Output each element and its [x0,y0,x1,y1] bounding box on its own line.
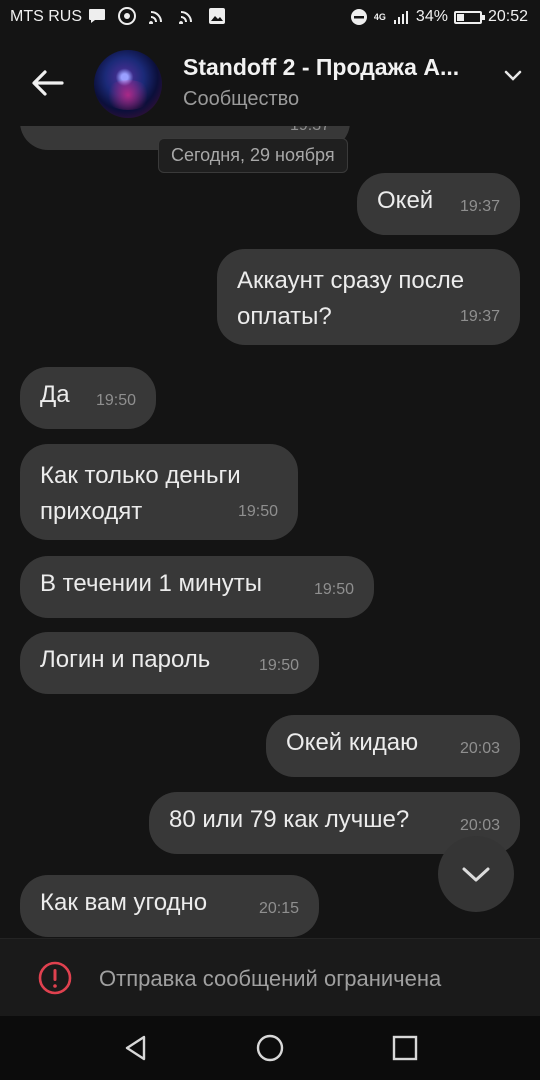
page-title[interactable]: Standoff 2 - Продажа А... [183,54,459,81]
back-triangle-icon[interactable] [120,1032,152,1064]
avatar[interactable] [94,50,162,118]
message-bubble[interactable]: Окей 19:37 [357,173,520,235]
scroll-down-button[interactable] [438,836,514,912]
message-time: 19:37 [459,198,500,215]
cast-icon [178,7,196,25]
date-separator: Сегодня, 29 ноября [158,138,348,173]
chevron-down-icon[interactable] [502,64,524,86]
message-time: 19:50 [313,581,354,598]
system-icons: 4G 34% 20:52 [350,8,528,26]
recents-square-icon[interactable] [389,1032,421,1064]
message-time: 19:37 [459,308,500,325]
battery-icon [453,10,485,24]
message-bubble[interactable]: Да 19:50 [20,367,156,429]
status-bar: MTS RUS 4G 34% 20:52 [0,0,540,34]
message-bubble[interactable]: Как вам угодно 20:15 [20,875,319,937]
carrier-label: MTS RUS [10,8,82,25]
image-icon [208,7,226,25]
restricted-message: Отправка сообщений ограничена [99,966,442,991]
chrome-icon [118,7,136,25]
message-time: 19:50 [237,503,278,520]
battery-fill [456,13,464,21]
message-bubble[interactable]: Логин и пароль 19:50 [20,632,319,694]
notification-icons [88,7,226,25]
cast-icon [148,7,166,25]
message-bubble[interactable]: Аккаунт сразу после оплаты? 19:37 [217,249,520,345]
network-type: 4G [373,11,386,22]
dnd-icon [350,8,368,26]
system-nav-bar [0,1016,540,1080]
message-list[interactable]: 19:37 Сегодня, 29 ноября Окей 19:37 Акка… [0,126,540,938]
clock: 20:52 [487,8,528,25]
warning-icon [38,961,72,995]
message-bubble[interactable]: Окей кидаю 20:03 [266,715,520,777]
battery-percent: 34% [415,8,448,25]
message-time: 19:50 [258,657,299,674]
message-text: В течении 1 минуты [40,570,262,597]
chevron-down-icon [462,867,490,882]
signal-icon [392,8,410,26]
message-time: 19:50 [95,392,136,409]
home-circle-icon[interactable] [254,1032,286,1064]
message-time: 20:15 [258,900,299,917]
back-arrow-icon[interactable] [26,62,68,104]
message-time: 20:03 [459,740,500,757]
chat-header: Standoff 2 - Продажа А... Сообщество [0,34,540,126]
messaging-restricted-bar: Отправка сообщений ограничена [0,938,540,1017]
chat-bubble-icon [88,7,106,25]
message-bubble[interactable]: В течении 1 минуты 19:50 [20,556,374,618]
message-bubble[interactable]: Как только деньги приходят 19:50 [20,444,298,540]
community-subtitle: Сообщество [183,88,300,110]
message-text: 80 или 79 как лучше? [169,806,410,833]
